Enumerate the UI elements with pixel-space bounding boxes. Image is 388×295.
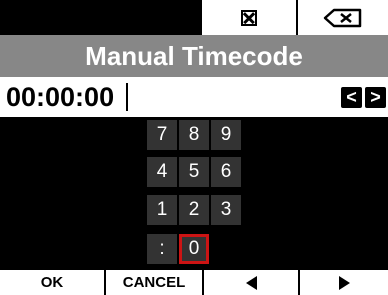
key-5[interactable]: 5 [179,157,209,187]
backspace-icon [323,8,362,27]
cancel-button[interactable]: CANCEL [106,270,202,295]
ok-button[interactable]: OK [0,270,104,295]
key-3[interactable]: 3 [211,195,241,225]
key-0[interactable]: 0 [179,234,209,264]
page-title: Manual Timecode [0,35,388,77]
triangle-right-icon [338,276,350,291]
top-bar [0,0,388,35]
timecode-value: 00:00:00 [6,82,115,112]
key-7[interactable]: 7 [147,120,177,150]
previous-button[interactable] [204,270,298,295]
next-button[interactable] [300,270,388,295]
timecode-field[interactable]: 00:00:00 < > [0,77,388,117]
key-9[interactable]: 9 [211,120,241,150]
backspace-button[interactable] [298,0,388,35]
key-8[interactable]: 8 [179,120,209,150]
key-6[interactable]: 6 [211,157,241,187]
bottom-bar: OK CANCEL [0,270,388,295]
clear-button[interactable] [202,0,296,35]
text-cursor [126,83,128,111]
cursor-left-button[interactable]: < [341,87,362,108]
clear-box-icon [241,9,257,26]
key-4[interactable]: 4 [147,157,177,187]
key-2[interactable]: 2 [179,195,209,225]
key-colon[interactable]: : [147,234,177,264]
key-1[interactable]: 1 [147,195,177,225]
triangle-left-icon [245,276,257,291]
cursor-right-button[interactable]: > [365,87,386,108]
